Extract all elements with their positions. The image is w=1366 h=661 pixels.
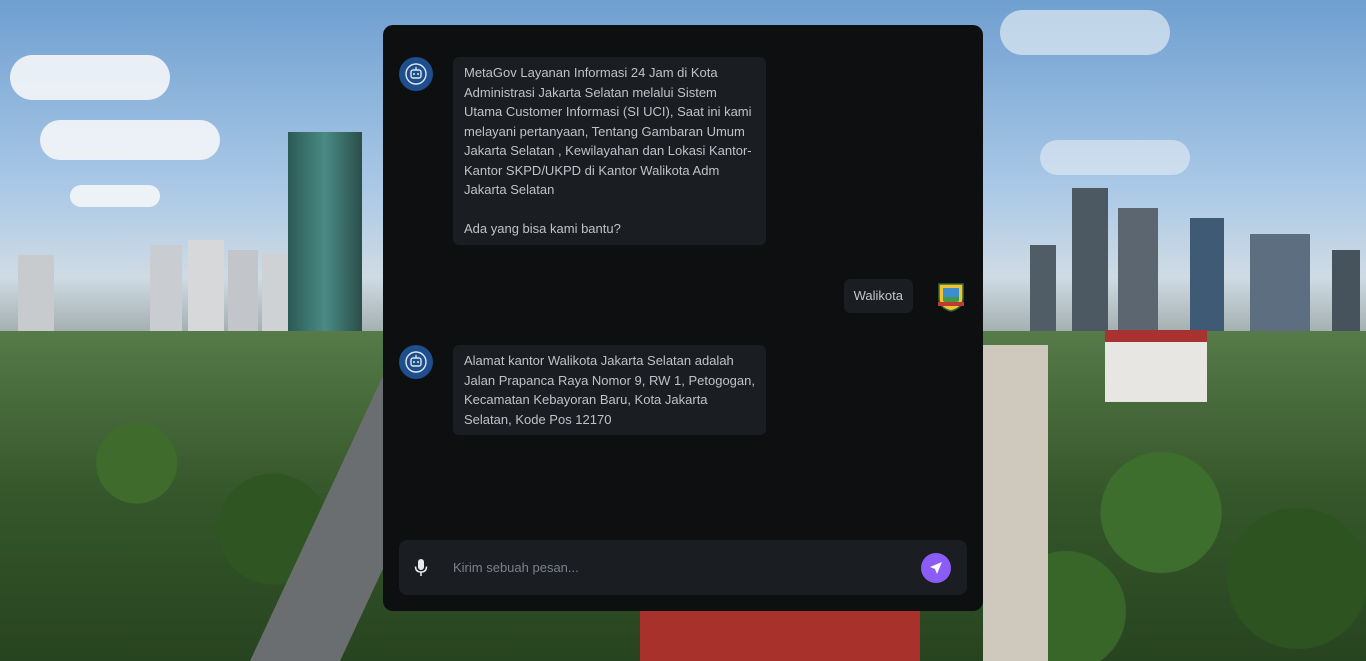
chat-panel: MetaGov Layanan Informasi 24 Jam di Kota… (383, 25, 983, 611)
microphone-icon[interactable] (413, 558, 429, 578)
cloud (1000, 10, 1170, 55)
cloud (40, 120, 220, 160)
message-text: MetaGov Layanan Informasi 24 Jam di Kota… (464, 65, 752, 197)
bot-message: MetaGov Layanan Informasi 24 Jam di Kota… (399, 57, 766, 245)
user-message-bubble: Walikota (843, 279, 913, 313)
send-icon (930, 561, 942, 574)
roof (640, 611, 920, 661)
cloud (70, 185, 160, 207)
message-input[interactable] (451, 559, 921, 576)
building (1105, 330, 1207, 402)
bot-message-bubble: Alamat kantor Walikota Jakarta Selatan a… (453, 345, 766, 435)
robot-icon (399, 57, 433, 91)
cloud (1040, 140, 1190, 175)
user-message: Walikota (843, 279, 967, 313)
message-text: Alamat kantor Walikota Jakarta Selatan a… (464, 353, 755, 427)
building (983, 345, 1048, 661)
message-composer (399, 540, 967, 595)
bot-message-bubble: MetaGov Layanan Informasi 24 Jam di Kota… (453, 57, 766, 245)
send-button[interactable] (921, 552, 951, 583)
cloud (10, 55, 170, 100)
emblem-icon (935, 280, 967, 312)
message-text: Ada yang bisa kami bantu? (464, 221, 621, 236)
robot-icon (399, 345, 433, 379)
bot-message: Alamat kantor Walikota Jakarta Selatan a… (399, 345, 766, 435)
